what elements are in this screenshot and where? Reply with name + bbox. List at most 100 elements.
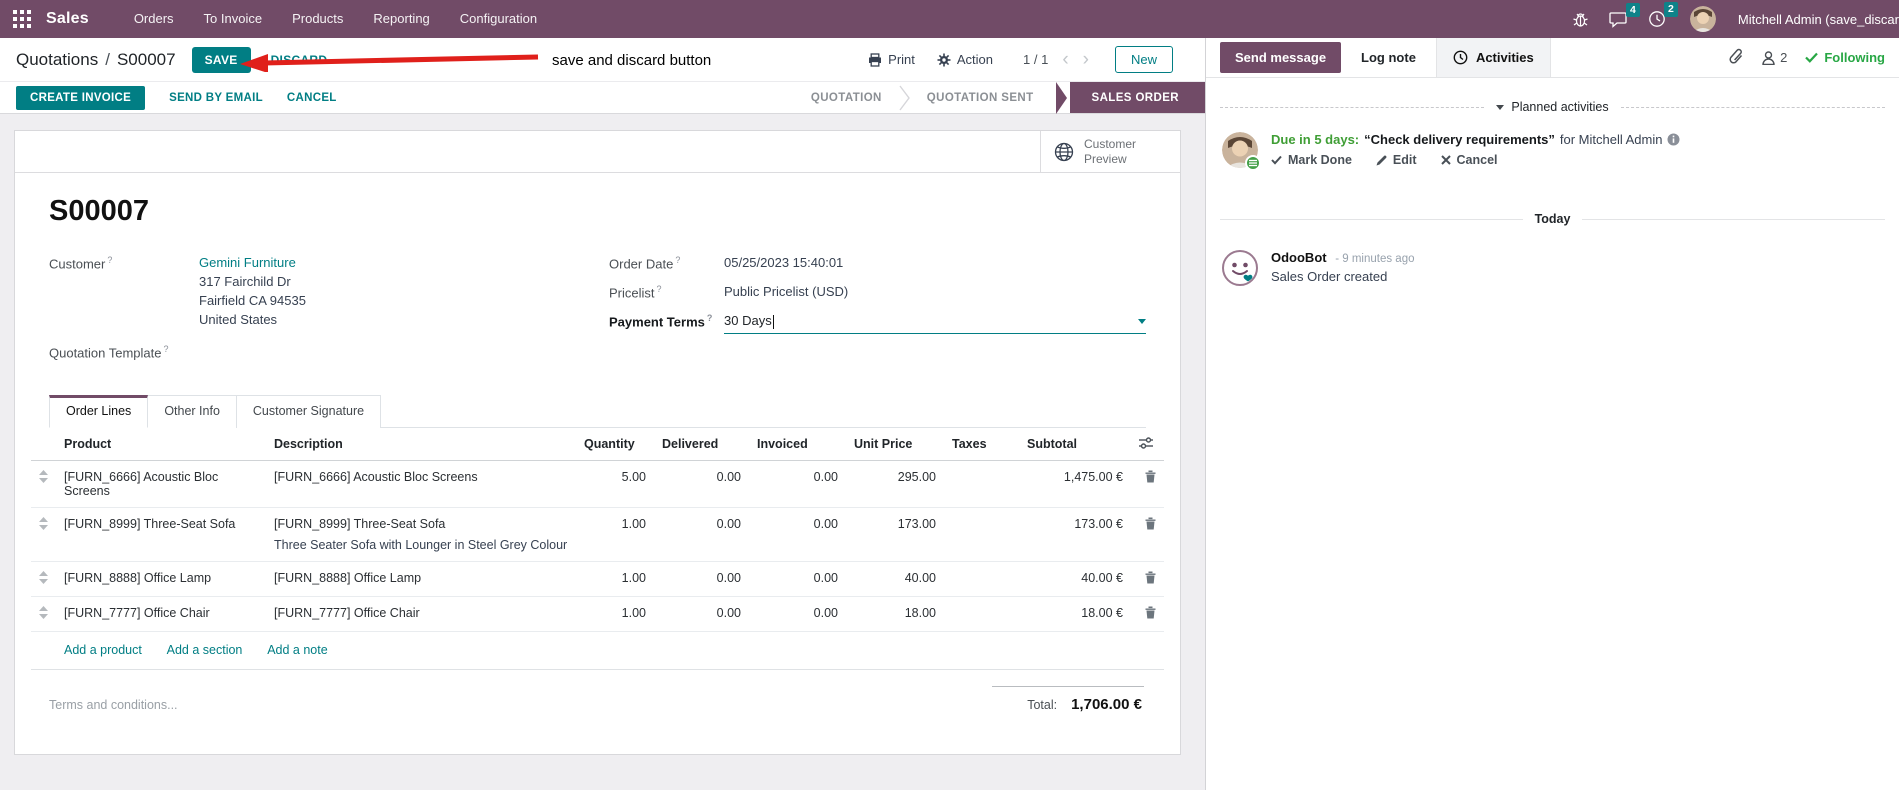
menu-orders[interactable]: Orders xyxy=(119,0,189,38)
column-taxes[interactable]: Taxes xyxy=(944,427,1019,461)
send-by-email-button[interactable]: SEND BY EMAIL xyxy=(169,92,263,104)
cell-description[interactable]: [FURN_6666] Acoustic Bloc Screens xyxy=(266,460,576,508)
cell-unit-price[interactable]: 18.00 xyxy=(846,596,944,632)
breadcrumb-quotations[interactable]: Quotations xyxy=(16,50,98,69)
print-button[interactable]: Print xyxy=(868,52,915,67)
cell-description[interactable]: [FURN_8888] Office Lamp xyxy=(266,561,576,597)
new-button[interactable]: New xyxy=(1114,46,1173,73)
customer-name-link[interactable]: Gemini Furniture xyxy=(199,254,306,273)
column-delivered[interactable]: Delivered xyxy=(654,427,749,461)
delete-row-icon[interactable] xyxy=(1145,470,1156,486)
menu-products[interactable]: Products xyxy=(277,0,358,38)
tab-customer-signature[interactable]: Customer Signature xyxy=(236,394,382,428)
pager-next-icon[interactable]: › xyxy=(1083,50,1089,69)
column-invoiced[interactable]: Invoiced xyxy=(749,427,846,461)
discard-button[interactable]: DISCARD xyxy=(271,53,328,67)
cell-taxes[interactable] xyxy=(944,507,1019,562)
menu-to-invoice[interactable]: To Invoice xyxy=(189,0,278,38)
planned-activities-toggle[interactable]: Planned activities xyxy=(1496,100,1609,114)
cell-taxes[interactable] xyxy=(944,561,1019,597)
order-date-value[interactable]: 05/25/2023 15:40:01 xyxy=(724,254,843,274)
column-description[interactable]: Description xyxy=(266,427,576,461)
messages-icon[interactable]: 4 xyxy=(1609,2,1640,28)
cell-quantity[interactable]: 1.00 xyxy=(576,507,654,562)
activities-clock-icon[interactable]: 2 xyxy=(1648,2,1678,28)
cell-unit-price[interactable]: 295.00 xyxy=(846,460,944,508)
cell-unit-price[interactable]: 173.00 xyxy=(846,507,944,562)
delete-row-icon[interactable] xyxy=(1145,517,1156,533)
send-message-button[interactable]: Send message xyxy=(1220,42,1342,73)
cell-description[interactable]: [FURN_8999] Three-Seat Sofa Three Seater… xyxy=(266,507,576,562)
order-line-row[interactable]: [FURN_8999] Three-Seat Sofa [FURN_8999] … xyxy=(31,507,1164,562)
cell-product[interactable]: [FURN_8999] Three-Seat Sofa xyxy=(56,507,266,562)
tab-order-lines[interactable]: Order Lines xyxy=(49,394,149,428)
stage-quotation-sent[interactable]: QUOTATION SENT xyxy=(911,92,1050,104)
app-name[interactable]: Sales xyxy=(46,10,89,28)
cell-quantity[interactable]: 1.00 xyxy=(576,596,654,632)
delete-row-icon[interactable] xyxy=(1145,571,1156,587)
cell-product[interactable]: [FURN_7777] Office Chair xyxy=(56,596,266,632)
order-line-row[interactable]: [FURN_6666] Acoustic Bloc Screens [FURN_… xyxy=(31,460,1164,508)
apps-grid-icon[interactable] xyxy=(12,9,32,29)
add-section-link[interactable]: Add a section xyxy=(167,643,243,657)
drag-handle-icon[interactable] xyxy=(39,570,48,587)
cell-invoiced[interactable]: 0.00 xyxy=(749,460,846,508)
payment-terms-input[interactable]: 30 Days xyxy=(724,312,1146,335)
column-subtotal[interactable]: Subtotal xyxy=(1019,427,1131,461)
info-icon[interactable] xyxy=(1667,133,1680,146)
pricelist-value[interactable]: Public Pricelist (USD) xyxy=(724,283,848,303)
drag-handle-icon[interactable] xyxy=(39,605,48,622)
message-author[interactable]: OdooBot xyxy=(1271,250,1327,265)
stage-quotation[interactable]: QUOTATION xyxy=(795,92,898,104)
menu-reporting[interactable]: Reporting xyxy=(358,0,444,38)
terms-and-conditions-input[interactable]: Terms and conditions... xyxy=(49,686,178,712)
save-button[interactable]: SAVE xyxy=(191,46,251,73)
create-invoice-button[interactable]: CREATE INVOICE xyxy=(16,85,146,110)
cell-description[interactable]: [FURN_7777] Office Chair xyxy=(266,596,576,632)
column-unit-price[interactable]: Unit Price xyxy=(846,427,944,461)
cell-delivered[interactable]: 0.00 xyxy=(654,561,749,597)
cell-invoiced[interactable]: 0.00 xyxy=(749,596,846,632)
add-product-link[interactable]: Add a product xyxy=(64,643,142,657)
user-name[interactable]: Mitchell Admin (save_discar xyxy=(1738,12,1899,27)
activities-tab[interactable]: Activities xyxy=(1435,38,1551,77)
mark-done-button[interactable]: Mark Done xyxy=(1271,153,1352,167)
cell-product[interactable]: [FURN_8888] Office Lamp xyxy=(56,561,266,597)
pager-previous-icon[interactable]: ‹ xyxy=(1062,50,1068,69)
odoobot-avatar[interactable] xyxy=(1222,250,1258,286)
user-avatar[interactable] xyxy=(1689,6,1716,32)
dropdown-caret-icon[interactable] xyxy=(1138,319,1146,325)
optional-columns-toggle[interactable] xyxy=(1131,427,1164,461)
cell-delivered[interactable]: 0.00 xyxy=(654,596,749,632)
attach-files-button[interactable] xyxy=(1729,48,1744,68)
cancel-activity-button[interactable]: Cancel xyxy=(1440,153,1498,167)
cell-delivered[interactable]: 0.00 xyxy=(654,460,749,508)
tab-other-info[interactable]: Other Info xyxy=(148,394,237,428)
followers-button[interactable]: 2 xyxy=(1762,50,1787,65)
column-quantity[interactable]: Quantity xyxy=(576,427,654,461)
menu-configuration[interactable]: Configuration xyxy=(445,0,552,38)
activity-avatar[interactable] xyxy=(1222,132,1261,171)
cell-taxes[interactable] xyxy=(944,596,1019,632)
cell-quantity[interactable]: 1.00 xyxy=(576,561,654,597)
cancel-button[interactable]: CANCEL xyxy=(287,92,337,104)
following-button[interactable]: Following xyxy=(1805,50,1885,65)
cell-invoiced[interactable]: 0.00 xyxy=(749,507,846,562)
order-line-row[interactable]: [FURN_8888] Office Lamp [FURN_8888] Offi… xyxy=(31,561,1164,597)
customer-preview-button[interactable]: Customer Preview xyxy=(1040,131,1180,172)
drag-handle-icon[interactable] xyxy=(39,516,48,533)
cell-delivered[interactable]: 0.00 xyxy=(654,507,749,562)
debug-bug-icon[interactable] xyxy=(1572,11,1589,28)
stage-sales-order[interactable]: SALES ORDER xyxy=(1069,82,1205,113)
log-note-button[interactable]: Log note xyxy=(1361,50,1416,65)
drag-handle-icon[interactable] xyxy=(39,469,48,486)
cell-invoiced[interactable]: 0.00 xyxy=(749,561,846,597)
order-line-row[interactable]: [FURN_7777] Office Chair [FURN_7777] Off… xyxy=(31,596,1164,632)
column-product[interactable]: Product xyxy=(56,427,266,461)
cell-quantity[interactable]: 5.00 xyxy=(576,460,654,508)
cell-unit-price[interactable]: 40.00 xyxy=(846,561,944,597)
cell-product[interactable]: [FURN_6666] Acoustic Bloc Screens xyxy=(56,460,266,508)
delete-row-icon[interactable] xyxy=(1145,606,1156,622)
add-note-link[interactable]: Add a note xyxy=(267,643,327,657)
action-button[interactable]: Action xyxy=(937,52,993,67)
